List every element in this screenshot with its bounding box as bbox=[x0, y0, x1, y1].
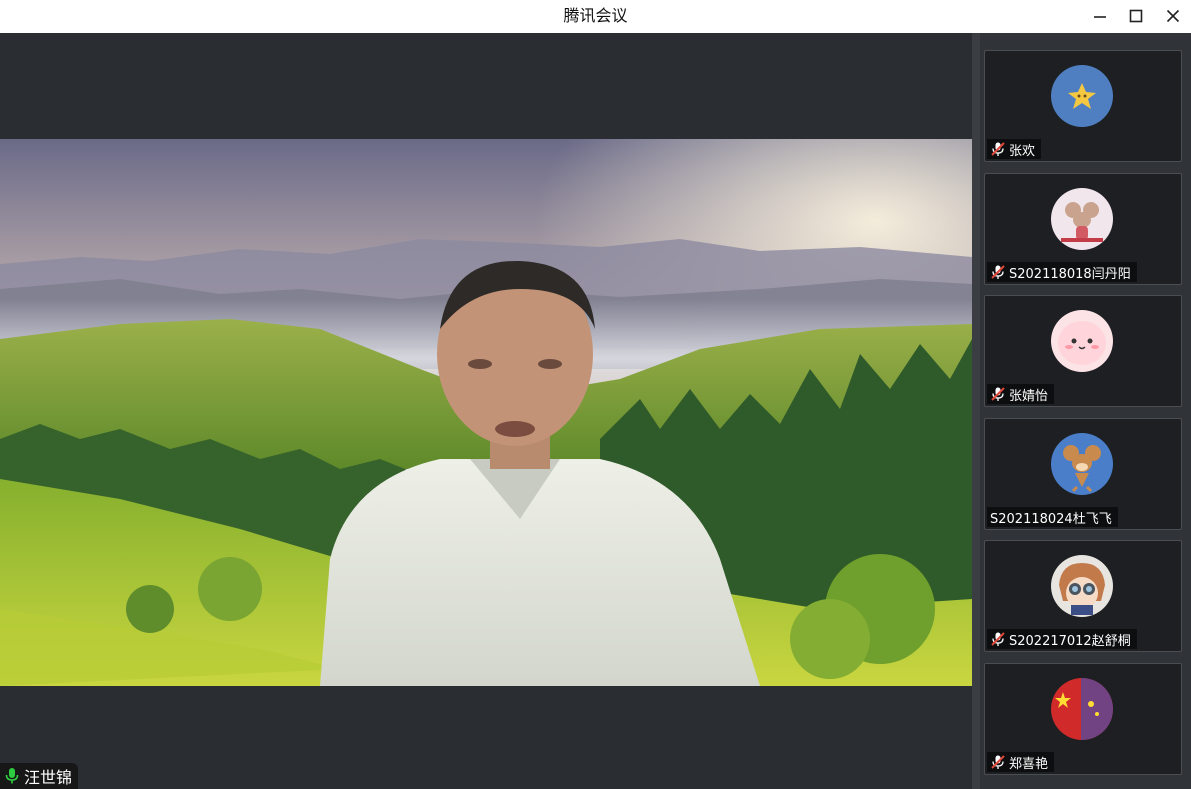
close-icon bbox=[1166, 9, 1180, 23]
cartoon-mouse-avatar-icon bbox=[1051, 188, 1113, 250]
participant-tile[interactable]: 张欢 bbox=[984, 50, 1182, 162]
anime-binoculars-avatar-icon bbox=[1051, 555, 1113, 617]
landscape-background bbox=[0, 139, 972, 686]
participant-label: S202118018闫丹阳 bbox=[987, 262, 1137, 282]
participant-name: 张婧怡 bbox=[1009, 388, 1049, 404]
participant-name: 郑喜艳 bbox=[1009, 756, 1049, 772]
minimize-button[interactable] bbox=[1082, 0, 1118, 32]
maximize-button[interactable] bbox=[1118, 0, 1154, 32]
microphone-muted-icon bbox=[991, 265, 1005, 279]
star-avatar-icon bbox=[1051, 65, 1113, 127]
participant-name: S202118018闫丹阳 bbox=[1009, 266, 1131, 282]
participant-tile[interactable]: S202217012赵舒桐 bbox=[984, 540, 1182, 652]
main-video-stage[interactable] bbox=[0, 33, 972, 789]
participant-tile[interactable]: S202118024杜飞飞 bbox=[984, 418, 1182, 530]
participant-tile[interactable]: S202118018闫丹阳 bbox=[984, 173, 1182, 285]
participant-name: S202217012赵舒桐 bbox=[1009, 633, 1131, 649]
close-button[interactable] bbox=[1155, 0, 1191, 32]
microphone-muted-icon bbox=[991, 387, 1005, 401]
participant-name: 张欢 bbox=[1009, 143, 1036, 159]
microphone-on-icon bbox=[5, 768, 19, 784]
participant-label: 张婧怡 bbox=[987, 384, 1055, 404]
title-bar: 腾讯会议 bbox=[0, 0, 1191, 34]
participant-label: 张欢 bbox=[987, 139, 1042, 159]
window-title: 腾讯会议 bbox=[563, 6, 628, 25]
participant-label: S202118024杜飞飞 bbox=[987, 507, 1118, 527]
minimize-icon bbox=[1094, 16, 1106, 18]
maximize-icon bbox=[1129, 9, 1143, 23]
microphone-muted-icon bbox=[991, 632, 1005, 646]
microphone-muted-icon bbox=[991, 755, 1005, 769]
speaker-name: 汪世锦 bbox=[24, 768, 73, 787]
participant-tile[interactable]: 张婧怡 bbox=[984, 295, 1182, 407]
speaker-name-tag: 汪世锦 bbox=[0, 763, 79, 789]
participant-tile[interactable]: 郑喜艳 bbox=[984, 663, 1182, 775]
participant-label: 郑喜艳 bbox=[987, 752, 1055, 772]
pink-blob-avatar-icon bbox=[1051, 310, 1113, 372]
flag-avatar-icon bbox=[1051, 678, 1113, 740]
jerry-avatar-icon bbox=[1051, 433, 1113, 495]
participant-label: S202217012赵舒桐 bbox=[987, 629, 1137, 649]
participant-name: S202118024杜飞飞 bbox=[990, 511, 1112, 527]
speaker-video bbox=[0, 139, 972, 686]
microphone-muted-icon bbox=[991, 142, 1005, 156]
participant-panel[interactable]: 张欢 S202118018闫丹阳 张婧怡 S202118024杜飞飞 S2022… bbox=[972, 33, 1191, 789]
